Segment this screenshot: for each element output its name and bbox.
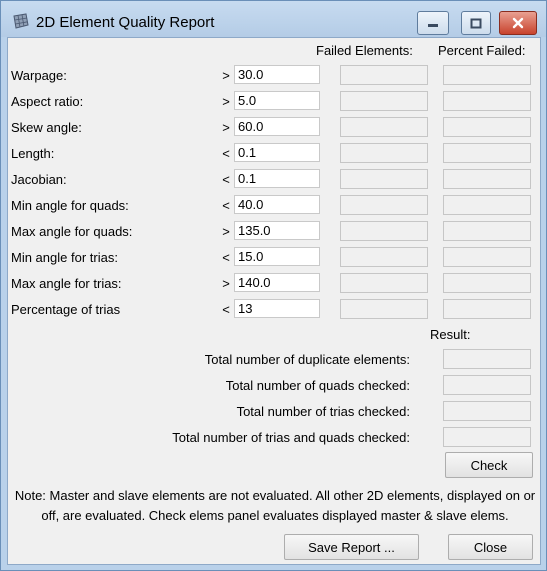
failed-elements-field bbox=[340, 195, 428, 215]
result-field bbox=[443, 349, 531, 369]
criteria-label: Min angle for quads: bbox=[11, 198, 129, 213]
failed-elements-field bbox=[340, 91, 428, 111]
percent-failed-header: Percent Failed: bbox=[438, 43, 526, 58]
close-icon bbox=[512, 17, 524, 29]
percent-failed-field bbox=[443, 169, 531, 189]
percent-failed-field bbox=[443, 299, 531, 319]
failed-elements-field bbox=[340, 65, 428, 85]
quality-report-window: 2D Element Quality Report Failed Element… bbox=[0, 0, 547, 571]
failed-elements-field bbox=[340, 273, 428, 293]
max-angle-trias-input[interactable] bbox=[234, 273, 320, 292]
minimize-button[interactable] bbox=[417, 11, 449, 35]
total-label: Total number of quads checked: bbox=[225, 378, 410, 393]
criteria-operator: > bbox=[222, 276, 230, 291]
percent-failed-field bbox=[443, 65, 531, 85]
criteria-operator: > bbox=[222, 224, 230, 239]
min-angle-quads-input[interactable] bbox=[234, 195, 320, 214]
min-angle-trias-input[interactable] bbox=[234, 247, 320, 266]
percent-failed-field bbox=[443, 195, 531, 215]
skew-angle-input[interactable] bbox=[234, 117, 320, 136]
close-window-button[interactable] bbox=[499, 11, 537, 35]
criteria-operator: < bbox=[222, 146, 230, 161]
percent-failed-field bbox=[443, 117, 531, 137]
maximize-icon bbox=[470, 18, 482, 28]
percent-failed-field bbox=[443, 247, 531, 267]
percent-failed-field bbox=[443, 91, 531, 111]
criteria-operator: > bbox=[222, 94, 230, 109]
close-button[interactable]: Close bbox=[448, 534, 533, 560]
result-field bbox=[443, 375, 531, 395]
criteria-label: Min angle for trias: bbox=[11, 250, 118, 265]
criteria-operator: < bbox=[222, 250, 230, 265]
note-text: Note: Master and slave elements are not … bbox=[14, 488, 536, 523]
failed-elements-field bbox=[340, 221, 428, 241]
failed-elements-field bbox=[340, 117, 428, 137]
percentage-trias-input[interactable] bbox=[234, 299, 320, 318]
criteria-operator: > bbox=[222, 68, 230, 83]
criteria-label: Length: bbox=[11, 146, 55, 161]
criteria-operator: < bbox=[222, 172, 230, 187]
failed-elements-field bbox=[340, 299, 428, 319]
percent-failed-field bbox=[443, 273, 531, 293]
total-label: Total number of duplicate elements: bbox=[204, 352, 410, 367]
result-header: Result: bbox=[430, 327, 471, 342]
criteria-operator: < bbox=[222, 198, 230, 213]
check-button[interactable]: Check bbox=[445, 452, 533, 478]
aspect-ratio-input[interactable] bbox=[234, 91, 320, 110]
total-label: Total number of trias and quads checked: bbox=[172, 430, 410, 445]
criteria-label: Jacobian: bbox=[11, 172, 67, 187]
save-report-button[interactable]: Save Report ... bbox=[284, 534, 419, 560]
warpage-input[interactable] bbox=[234, 65, 320, 84]
criteria-label: Aspect ratio: bbox=[11, 94, 84, 109]
max-angle-quads-input[interactable] bbox=[234, 221, 320, 240]
criteria-label: Warpage: bbox=[11, 68, 67, 83]
percent-failed-field bbox=[443, 221, 531, 241]
failed-elements-field bbox=[340, 247, 428, 267]
total-label: Total number of trias checked: bbox=[236, 404, 410, 419]
minimize-icon bbox=[428, 24, 438, 27]
criteria-label: Max angle for quads: bbox=[11, 224, 133, 239]
criteria-label: Max angle for trias: bbox=[11, 276, 122, 291]
window-title: 2D Element Quality Report bbox=[36, 14, 215, 31]
result-field bbox=[443, 427, 531, 447]
dialog-body: Failed Elements: Percent Failed: Warpage… bbox=[7, 37, 541, 565]
title-bar[interactable]: 2D Element Quality Report bbox=[1, 1, 546, 37]
criteria-label: Percentage of trias bbox=[11, 302, 121, 317]
jacobian-input[interactable] bbox=[234, 169, 320, 188]
criteria-operator: < bbox=[222, 302, 230, 317]
maximize-button[interactable] bbox=[461, 11, 491, 35]
criteria-operator: > bbox=[222, 120, 230, 135]
length-input[interactable] bbox=[234, 143, 320, 162]
grid-mesh-icon bbox=[13, 13, 29, 29]
failed-elements-field bbox=[340, 169, 428, 189]
failed-elements-field bbox=[340, 143, 428, 163]
criteria-label: Skew angle: bbox=[11, 120, 82, 135]
failed-elements-header: Failed Elements: bbox=[316, 43, 413, 58]
percent-failed-field bbox=[443, 143, 531, 163]
result-field bbox=[443, 401, 531, 421]
